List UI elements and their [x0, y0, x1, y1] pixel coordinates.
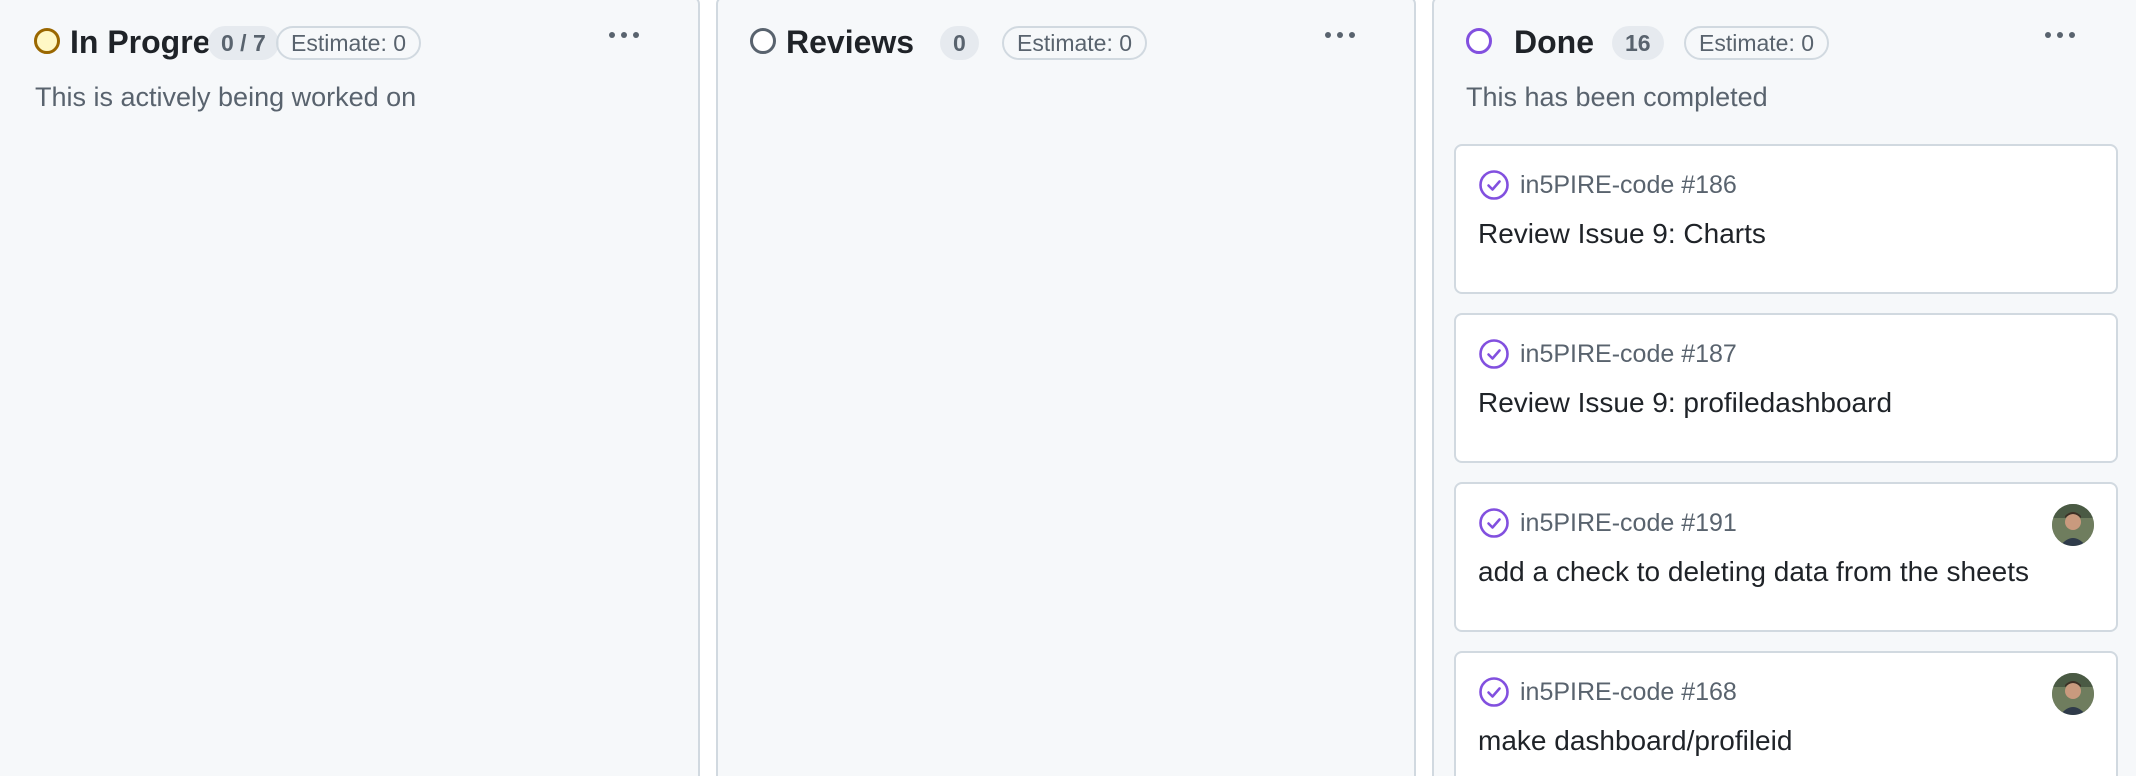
column-header: In Progress 0 / 7 Estimate: 0 — [0, 24, 698, 64]
assignee-avatar[interactable] — [2052, 673, 2094, 715]
issue-ref-text: in5PIRE-code #168 — [1520, 677, 1737, 706]
column-menu-button[interactable] — [1314, 18, 1366, 52]
kebab-horizontal-icon — [2045, 32, 2051, 38]
column-menu-button[interactable] — [598, 18, 650, 52]
issue-reference[interactable]: in5PIRE-code #187 — [1478, 337, 1737, 371]
issue-reference[interactable]: in5PIRE-code #186 — [1478, 168, 1737, 202]
check-circle-icon — [1479, 508, 1509, 538]
issue-card[interactable]: in5PIRE-code #186 Review Issue 9: Charts — [1454, 144, 2118, 294]
estimate-badge: Estimate: 0 — [1684, 26, 1830, 60]
check-circle-icon — [1479, 339, 1509, 369]
column-reviews: Reviews 0 Estimate: 0 — [716, 0, 1416, 776]
issue-title[interactable]: add a check to deleting data from the sh… — [1478, 556, 2029, 588]
issue-card[interactable]: in5PIRE-code #191 add a check to deletin… — [1454, 482, 2118, 632]
issue-title[interactable]: make dashboard/profileid — [1478, 725, 1792, 757]
estimate-badge: Estimate: 0 — [276, 26, 422, 60]
status-circle-icon — [750, 28, 776, 54]
status-circle-icon — [34, 28, 60, 54]
issue-card[interactable]: in5PIRE-code #187 Review Issue 9: profil… — [1454, 313, 2118, 463]
column-in-progress: In Progress 0 / 7 Estimate: 0 This is ac… — [0, 0, 700, 776]
project-board: In Progress 0 / 7 Estimate: 0 This is ac… — [0, 0, 2136, 776]
check-circle-icon — [1479, 170, 1509, 200]
assignee-avatar[interactable] — [2052, 504, 2094, 546]
item-count-badge: 0 / 7 — [208, 26, 279, 60]
avatar-image — [2052, 504, 2094, 546]
column-title: Done — [1514, 24, 1594, 60]
estimate-badge: Estimate: 0 — [1002, 26, 1148, 60]
avatar-image — [2052, 673, 2094, 715]
column-description: This has been completed — [1466, 82, 1768, 112]
column-description: This is actively being worked on — [35, 82, 417, 112]
issue-reference[interactable]: in5PIRE-code #191 — [1478, 506, 1737, 540]
kebab-horizontal-icon — [609, 32, 615, 38]
item-count-badge: 16 — [1612, 26, 1664, 60]
issue-ref-text: in5PIRE-code #186 — [1520, 170, 1737, 199]
column-done: Done 16 Estimate: 0 This has been comple… — [1432, 0, 2136, 776]
column-header: Reviews 0 Estimate: 0 — [718, 24, 1414, 64]
issue-reference[interactable]: in5PIRE-code #168 — [1478, 675, 1737, 709]
status-circle-icon — [1466, 28, 1492, 54]
column-header: Done 16 Estimate: 0 — [1434, 24, 2136, 64]
column-title: Reviews — [786, 24, 915, 60]
issue-title[interactable]: Review Issue 9: Charts — [1478, 218, 1766, 250]
issue-title[interactable]: Review Issue 9: profiledashboard — [1478, 387, 1892, 419]
issue-ref-text: in5PIRE-code #191 — [1520, 508, 1737, 537]
column-menu-button[interactable] — [2034, 18, 2086, 52]
issue-card[interactable]: in5PIRE-code #168 make dashboard/profile… — [1454, 651, 2118, 776]
kebab-horizontal-icon — [1325, 32, 1331, 38]
issue-ref-text: in5PIRE-code #187 — [1520, 339, 1737, 368]
item-count-badge: 0 — [940, 26, 979, 60]
check-circle-icon — [1479, 677, 1509, 707]
